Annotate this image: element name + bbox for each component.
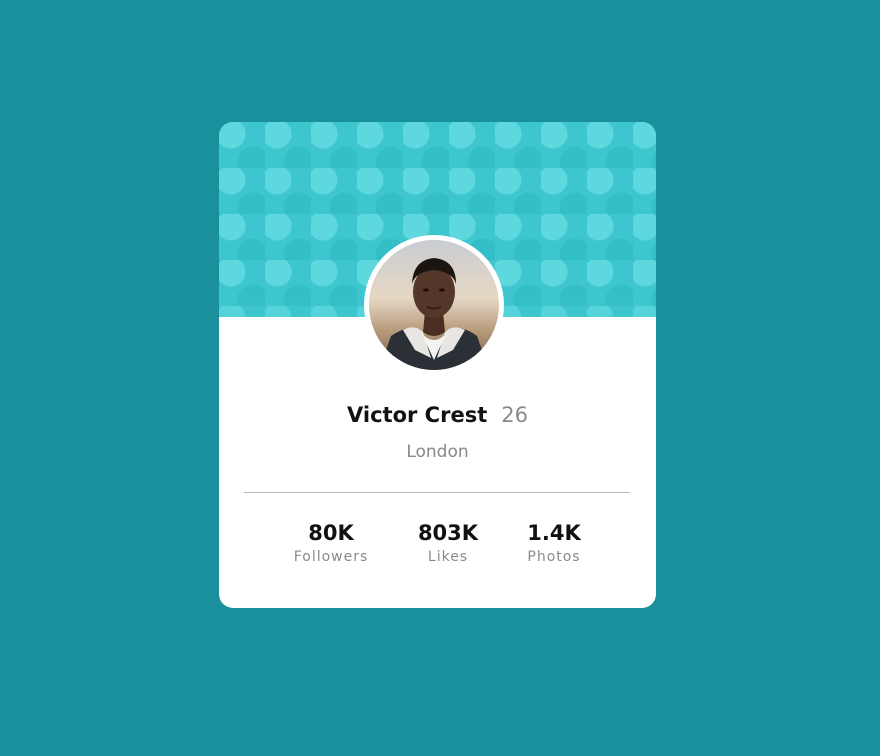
stat-label: Likes	[427, 549, 469, 565]
profile-city: London	[406, 442, 469, 462]
stat-label: Photos	[527, 549, 581, 565]
avatar	[364, 235, 504, 375]
profile-name: Victor Crest	[347, 403, 488, 427]
avatar-photo	[369, 240, 499, 370]
stat-photos: 1.4K Photos	[494, 519, 614, 567]
divider	[244, 492, 630, 493]
stat-value: 1.4K	[527, 521, 581, 545]
stat-value: 803K	[417, 521, 479, 545]
profile-card: Victor Crest 26 London 80K Followers 803K…	[219, 122, 656, 608]
stat-value: 80K	[308, 521, 354, 545]
profile-age: 26	[501, 403, 528, 427]
name-row: Victor Crest 26	[219, 398, 656, 432]
stat-followers: 80K Followers	[271, 519, 391, 567]
stat-likes: 803K Likes	[388, 519, 508, 567]
stat-label: Followers	[293, 549, 369, 565]
